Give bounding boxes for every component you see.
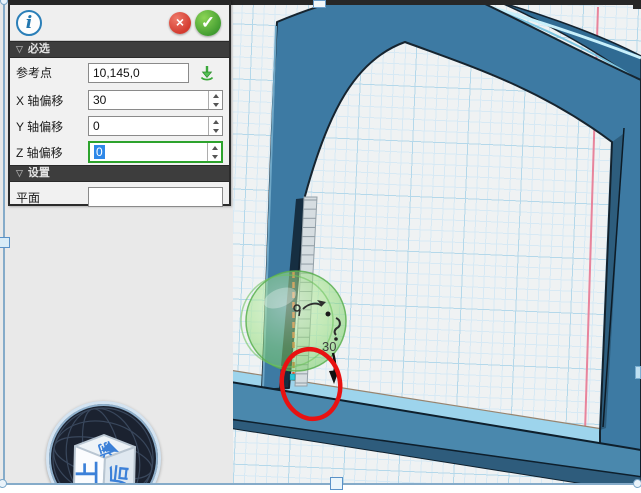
top-right-notch bbox=[633, 0, 641, 9]
y-offset-label: Y 轴偏移 bbox=[16, 118, 88, 135]
info-icon[interactable]: i bbox=[16, 10, 42, 36]
top-slider-handle[interactable] bbox=[313, 0, 326, 8]
confirm-button[interactable]: ✓ bbox=[195, 10, 221, 36]
y-offset-input[interactable]: 0 bbox=[88, 116, 223, 136]
x-spinner-up-icon[interactable] bbox=[209, 91, 222, 100]
section-settings-label: 设置 bbox=[28, 165, 50, 182]
z-offset-row: Z 轴偏移 0 bbox=[10, 139, 229, 165]
app-window: 30 i × ✓ ▽ 必选 bbox=[0, 0, 641, 493]
cube-face-left-label[interactable]: 上 bbox=[75, 461, 102, 485]
model-canvas[interactable]: 30 bbox=[233, 5, 641, 483]
bottom-slider-handle[interactable] bbox=[330, 477, 343, 490]
plane-row: 平面 bbox=[10, 184, 229, 210]
x-offset-label: X 轴偏移 bbox=[16, 92, 88, 109]
model-3d-view: 30 bbox=[233, 5, 641, 483]
y-spinner-up-icon[interactable] bbox=[209, 117, 222, 126]
plane-input[interactable] bbox=[88, 187, 223, 207]
x-offset-input[interactable]: 30 bbox=[88, 90, 223, 110]
x-spinner-down-icon[interactable] bbox=[209, 100, 222, 109]
y-offset-spinner bbox=[208, 117, 222, 135]
right-edge-slider-handle[interactable] bbox=[635, 366, 641, 379]
canvas-top-border bbox=[231, 0, 641, 5]
z-offset-spinner bbox=[207, 143, 221, 161]
y-spinner-down-icon[interactable] bbox=[209, 126, 222, 135]
reference-point-row: 参考点 10,145,0 bbox=[10, 58, 229, 87]
pick-point-icon[interactable] bbox=[196, 63, 218, 83]
bottom-slider-cap-right[interactable] bbox=[633, 479, 641, 488]
z-spinner-up-icon[interactable] bbox=[208, 143, 221, 152]
section-required-label: 必选 bbox=[28, 41, 50, 58]
z-spinner-down-icon[interactable] bbox=[208, 152, 221, 161]
left-edge-slider-handle[interactable] bbox=[0, 237, 10, 248]
z-offset-input[interactable]: 0 bbox=[88, 141, 223, 163]
y-offset-value: 0 bbox=[89, 119, 208, 133]
dialog-header: i × ✓ bbox=[10, 5, 229, 41]
collapse-triangle-icon: ▽ bbox=[16, 165, 23, 182]
collapse-triangle-icon: ▽ bbox=[16, 41, 23, 58]
cancel-button[interactable]: × bbox=[169, 12, 191, 34]
z-offset-value: 0 bbox=[90, 145, 207, 159]
bottom-margin bbox=[0, 485, 641, 493]
snap-point-marker bbox=[290, 374, 295, 380]
drag-sphere-handle[interactable] bbox=[246, 271, 346, 371]
section-required[interactable]: ▽ 必选 bbox=[10, 41, 229, 58]
plane-label: 平面 bbox=[16, 189, 88, 206]
x-offset-value: 30 bbox=[89, 93, 208, 107]
reference-point-label: 参考点 bbox=[16, 64, 88, 81]
x-offset-spinner bbox=[208, 91, 222, 109]
y-offset-row: Y 轴偏移 0 bbox=[10, 113, 229, 139]
reference-point-input[interactable]: 10,145,0 bbox=[88, 63, 189, 83]
section-settings[interactable]: ▽ 设置 bbox=[10, 165, 229, 182]
z-offset-label: Z 轴偏移 bbox=[16, 144, 88, 161]
x-offset-row: X 轴偏移 30 bbox=[10, 87, 229, 113]
offset-command-dialog: i × ✓ ▽ 必选 参考点 10,145,0 X 轴偏移 30 bbox=[8, 0, 231, 206]
